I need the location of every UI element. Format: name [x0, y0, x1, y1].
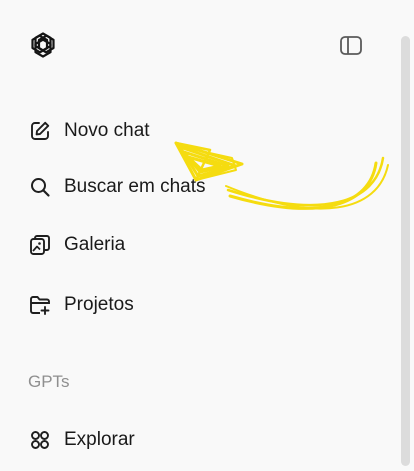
- gallery-button[interactable]: Galeria: [14, 225, 384, 265]
- scrollbar-thumb[interactable]: [401, 36, 410, 466]
- new-chat-button[interactable]: Novo chat: [14, 111, 384, 151]
- search-chats-button[interactable]: Buscar em chats: [14, 167, 384, 207]
- sidebar-scrollbar[interactable]: [398, 0, 414, 471]
- explore-gpts-button[interactable]: Explorar: [14, 420, 384, 460]
- gallery-label: Galeria: [64, 234, 126, 255]
- sidebar-toggle-icon[interactable]: [338, 34, 364, 58]
- openai-logo-icon[interactable]: [28, 30, 58, 60]
- gpts-section-label: GPTs: [28, 372, 70, 391]
- new-chat-edit-icon: [28, 119, 52, 143]
- projects-label: Projetos: [64, 294, 134, 315]
- chat-app-page: Novo chat Buscar em chats Galeria Projet…: [0, 0, 414, 471]
- search-chats-label: Buscar em chats: [64, 176, 206, 197]
- new-chat-label: Novo chat: [64, 120, 150, 141]
- sidebar: Novo chat Buscar em chats Galeria Projet…: [0, 0, 398, 471]
- search-icon: [28, 175, 52, 199]
- projects-button[interactable]: Projetos: [14, 285, 384, 325]
- gallery-icon: [28, 233, 52, 257]
- new-folder-icon: [28, 293, 52, 317]
- sidebar-header: [0, 0, 398, 94]
- explore-gpts-label: Explorar: [64, 429, 135, 450]
- explore-grid-icon: [28, 428, 52, 452]
